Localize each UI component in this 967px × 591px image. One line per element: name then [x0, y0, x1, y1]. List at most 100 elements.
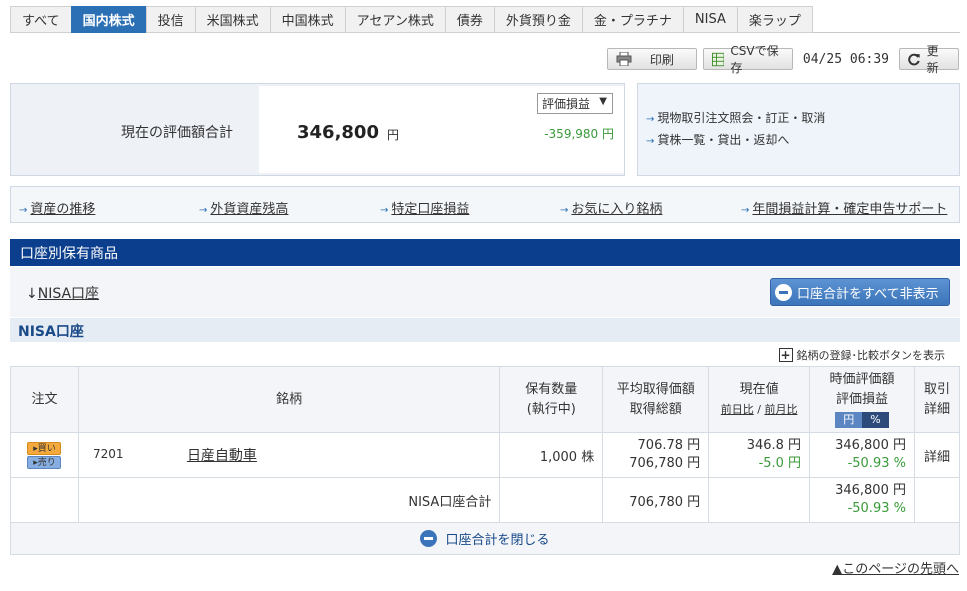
total-detail-cell [913, 477, 961, 523]
detail-link[interactable]: 詳細 [924, 450, 950, 465]
tab-us-stocks[interactable]: 米国株式 [194, 6, 270, 33]
arrow-icon: → [646, 136, 655, 147]
arrow-icon: → [19, 205, 28, 216]
market-value: 346,800 円 [835, 438, 906, 453]
foreign-assets-link[interactable]: 外貨資産残高 [210, 202, 288, 217]
nisa-account-title: NISA口座 [10, 318, 960, 342]
refresh-icon [908, 53, 920, 65]
specific-account-pl-link[interactable]: 特定口座損益 [391, 202, 469, 217]
header-order: 注文 [10, 366, 79, 433]
order-links-box: → 現物取引注文照会・訂正・取消 → 貸株一覧・貸出・返却へ [637, 83, 960, 176]
profit-loss-percent: -50.93 % [847, 456, 906, 471]
quantity-unit: 株 [581, 449, 595, 465]
stock-lending-link[interactable]: 貸株一覧・貸出・返却へ [657, 133, 789, 147]
valuation-type-select[interactable]: 評価損益 ▼ [537, 93, 613, 114]
plus-icon: + [778, 348, 793, 362]
total-empty-cell [10, 477, 79, 523]
unit-toggle: 円% [835, 411, 889, 428]
stock-name-link[interactable]: 日産自動車 [187, 445, 257, 465]
csv-label: CSVで保存 [730, 44, 779, 75]
asset-history-link[interactable]: 資産の推移 [30, 202, 95, 217]
account-bar: ↓NISA口座 口座合計をすべて非表示 [10, 267, 960, 317]
stock-cell: 7201 日産自動車 [77, 432, 501, 478]
tab-all[interactable]: すべて [10, 6, 71, 33]
header-avg-price: 平均取得価額 取得総額 [602, 366, 710, 433]
close-label: 口座合計を閉じる [445, 533, 550, 548]
category-tabs: すべて 国内株式 投信 米国株式 中国株式 アセアン株式 債券 外貨預り金 金・… [10, 6, 960, 33]
tab-domestic-stocks[interactable]: 国内株式 [70, 6, 146, 33]
tab-nisa[interactable]: NISA [682, 6, 737, 33]
nisa-account-link[interactable]: NISA口座 [38, 286, 99, 302]
arrow-icon: → [560, 205, 569, 216]
avg-price-value: 706.78 円 [637, 438, 701, 453]
arrow-icon: → [380, 205, 389, 216]
print-button[interactable]: 印刷 [606, 48, 697, 70]
total-valuation-label: 現在の評価額合計 [121, 125, 233, 141]
close-account-total-button[interactable]: 口座合計を閉じる [10, 522, 960, 555]
detail-cell: 詳細 [913, 432, 961, 478]
spreadsheet-icon [711, 52, 725, 66]
holdings-table: 注文 銘柄 保有数量 (執行中) 平均取得価額 取得総額 現在値 前日比 / 前月比… [10, 366, 961, 523]
table-row: ▸買い ▸売り 7201 日産自動車 1,000 株 706.78 円 706,… [10, 432, 961, 478]
compare-note-label: 銘柄の登録･比較ボタンを表示 [796, 349, 946, 362]
buy-button[interactable]: ▸買い [27, 441, 62, 455]
tab-foreign-deposits[interactable]: 外貨預り金 [493, 6, 582, 33]
header-name: 銘柄 [77, 366, 501, 433]
refresh-label: 更新 [926, 44, 939, 75]
compare-toggle[interactable]: + 銘柄の登録･比較ボタンを表示 [778, 347, 946, 363]
header-detail: 取引 詳細 [913, 366, 961, 433]
toggle-percent[interactable]: % [862, 411, 889, 428]
favorites-link[interactable]: お気に入り銘柄 [571, 202, 662, 217]
hide-all-label: 口座合計をすべて非表示 [797, 286, 939, 302]
arrow-icon: → [646, 114, 655, 125]
quantity-cell: 1,000 株 [499, 432, 604, 478]
tab-asean-stocks[interactable]: アセアン株式 [344, 6, 445, 33]
current-price-cell: 346.8 円 -5.0 円 [708, 432, 811, 478]
order-cell: ▸買い ▸売り [10, 432, 79, 478]
refresh-button[interactable]: 更新 [899, 44, 959, 75]
tab-bonds[interactable]: 債券 [444, 6, 494, 33]
minus-circle-icon [420, 530, 438, 547]
avg-price-cell: 706.78 円 706,780 円 [602, 432, 710, 478]
tab-gold-platinum[interactable]: 金・プラチナ [581, 6, 683, 33]
total-valuation-amount: 346,800 [297, 122, 379, 143]
quantity-value: 1,000 [539, 449, 578, 465]
sort-prev-day[interactable]: 前日比 [721, 403, 754, 416]
arrow-icon: → [741, 205, 750, 216]
yen-unit: 円 [387, 128, 400, 142]
tab-investment-trusts[interactable]: 投信 [145, 6, 195, 33]
tax-support-link[interactable]: 年間損益計算・確定申告サポート [752, 202, 947, 217]
tab-china-stocks[interactable]: 中国株式 [269, 6, 345, 33]
page-top-link[interactable]: ▲このページの先頭へ [832, 558, 959, 577]
total-valuation-cell: 346,800 円 -50.93 % [809, 477, 915, 523]
toggle-yen[interactable]: 円 [835, 411, 863, 428]
select-value: 評価損益 [542, 97, 591, 111]
current-price-value: 346.8 円 [746, 438, 802, 453]
header-valuation: 時価評価額 評価損益 円% [809, 366, 915, 433]
csv-save-button[interactable]: CSVで保存 [702, 44, 793, 75]
printer-icon [616, 52, 632, 66]
total-label: NISA口座合計 [77, 477, 501, 523]
header-current-price: 現在値 前日比 / 前月比 [708, 366, 811, 433]
order-inquiry-link[interactable]: 現物取引注文照会・訂正・取消 [657, 111, 825, 125]
section-title: 口座別保有商品 [10, 239, 960, 266]
hide-all-totals-button[interactable]: 口座合計をすべて非表示 [770, 278, 950, 306]
valuation-summary: 現在の評価額合計 346,800 円 評価損益 ▼ -359,980 円 [10, 83, 625, 176]
quick-links-bar: → 資産の推移 → 外貨資産残高 → 特定口座損益 → お気に入り銘柄 → 年間損益計算・… [10, 186, 960, 223]
valuation-cell: 346,800 円 -50.93 % [809, 432, 915, 478]
arrow-icon: → [199, 205, 208, 216]
valuation-panel: 346,800 円 評価損益 ▼ -359,980 円 [259, 86, 624, 173]
sell-button[interactable]: ▸売り [27, 455, 62, 469]
toolbar: 印刷 CSVで保存 04/25 06:39 更新 [606, 44, 959, 75]
sort-prev-month[interactable]: 前月比 [764, 403, 797, 416]
total-cost-value: 706,780 円 [629, 456, 701, 471]
total-cost-cell: 706,780 円 [602, 477, 710, 523]
tab-rakuwrap[interactable]: 楽ラップ [736, 6, 813, 33]
account-anchor: ↓NISA口座 [26, 286, 100, 302]
total-price-cell [708, 477, 811, 523]
total-qty-cell [499, 477, 604, 523]
minus-circle-icon [775, 283, 792, 301]
timestamp: 04/25 06:39 [802, 51, 889, 67]
header-quantity: 保有数量 (執行中) [499, 366, 604, 433]
price-change-value: -5.0 円 [758, 456, 802, 471]
